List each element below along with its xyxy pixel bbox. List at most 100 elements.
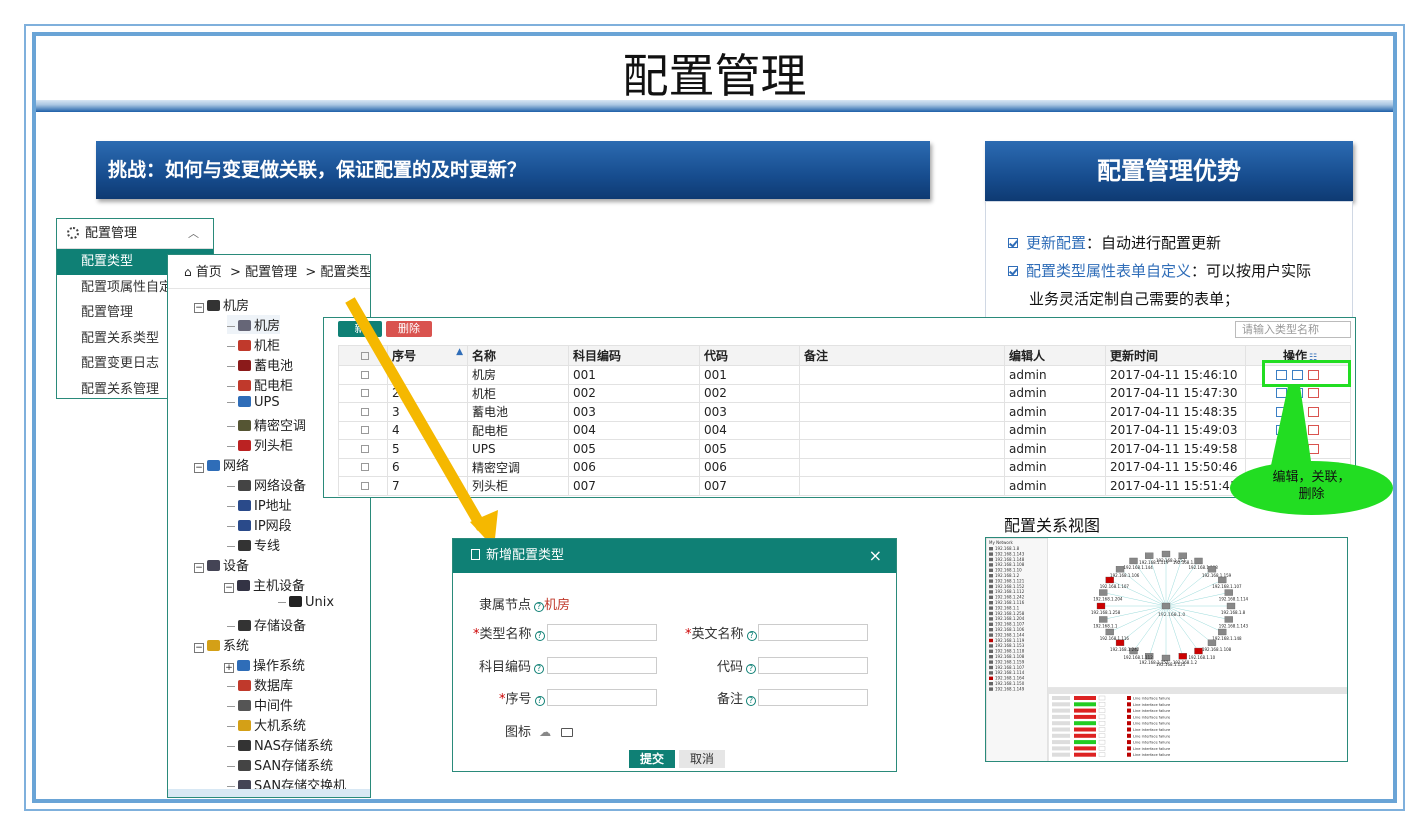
graph-node-label: 192.168.1.204: [1093, 597, 1123, 602]
graph-node-label: 192.168.1.242: [1110, 647, 1140, 652]
alarm-checkbox: [1098, 752, 1106, 757]
graph-node: [1096, 602, 1106, 610]
graph-node-label: 192.168.1.143: [1219, 623, 1249, 628]
host-list-root: My Network: [989, 540, 1013, 545]
host-icon: [989, 649, 993, 653]
folder-icon[interactable]: [561, 728, 574, 737]
graph-node: [1194, 647, 1203, 655]
order-input[interactable]: [547, 689, 657, 706]
host-list-item: 192.168.1.107: [995, 665, 1025, 670]
alarm-device-icon: [1127, 752, 1131, 757]
graph-node-label: 192.168.1.8: [1221, 610, 1246, 615]
alarm-text: Line interface failure: [1133, 734, 1171, 738]
help-icon[interactable]: ?: [534, 696, 545, 706]
code-text: 代码: [717, 660, 744, 675]
alarm-device-icon: [1127, 696, 1131, 700]
host-list-item: 192.168.1.153: [995, 643, 1025, 648]
host-icon: [989, 671, 993, 675]
english-name-input[interactable]: [758, 624, 868, 641]
alarm-cell: [1052, 740, 1070, 745]
document-icon: [471, 549, 480, 560]
alarm-severity: [1074, 696, 1096, 700]
graph-node: [1207, 639, 1217, 646]
alarm-device-icon: [1127, 721, 1131, 726]
alarm-checkbox: [1098, 721, 1106, 726]
alarm-cell: [1052, 714, 1070, 719]
host-list-item: 192.168.1.150: [995, 681, 1025, 686]
order-label: *序号?: [499, 688, 545, 707]
alarm-checkbox: [1098, 746, 1106, 751]
actions-callout: 编辑，关联， 删除: [1230, 461, 1393, 515]
graph-node: [1178, 552, 1187, 559]
alarm-severity: [1074, 740, 1096, 745]
host-icon: [989, 574, 993, 578]
alarm-checkbox: [1098, 714, 1106, 720]
relation-view-screenshot: My Network 192.168.1.8 192.168.1.143 192.16…: [985, 537, 1348, 762]
host-icon: [989, 617, 993, 621]
close-icon[interactable]: ×: [869, 539, 882, 573]
green-callout-pointer: [1270, 386, 1312, 470]
remark-input[interactable]: [758, 689, 868, 706]
code-input[interactable]: [758, 657, 868, 674]
subject-code-input[interactable]: [547, 657, 657, 674]
alarm-device-icon: [1127, 740, 1131, 745]
alarm-severity: [1074, 714, 1096, 719]
subject-code-label: 科目编码?: [479, 656, 545, 675]
icon-field-label: 图标 ☁: [505, 721, 574, 740]
alarm-device-icon: [1127, 746, 1131, 751]
host-icon: [989, 628, 993, 632]
host-icon: [989, 633, 993, 637]
alarm-text: Line interface failure: [1133, 709, 1171, 713]
yellow-arrow-shaft: [345, 297, 487, 531]
host-list-item: 192.168.1.118: [995, 649, 1025, 654]
help-icon[interactable]: ?: [746, 696, 757, 706]
graph-node: [1226, 602, 1236, 610]
host-icon: [989, 557, 993, 562]
alarm-severity: [1074, 708, 1096, 713]
graph-node-label: 192.168.1.152: [1139, 660, 1169, 665]
graph-node-label: 192.168.1.148: [1212, 636, 1242, 641]
graph-node-label: 192.168.1.107: [1100, 584, 1130, 589]
alarm-text: Line interface failure: [1133, 703, 1171, 707]
graph-node-label: 192.168.1.144: [1124, 565, 1154, 570]
help-icon[interactable]: ?: [746, 664, 757, 674]
alarm-checkbox: [1098, 708, 1106, 713]
host-icon: [989, 638, 993, 643]
submit-button[interactable]: 提交: [629, 750, 675, 768]
help-icon[interactable]: ?: [746, 631, 757, 641]
alarm-severity: [1074, 702, 1096, 707]
help-icon[interactable]: ?: [534, 631, 545, 641]
dialog-title: 新增配置类型: [486, 548, 565, 563]
host-list-item: 192.168.1.112: [995, 589, 1025, 594]
alarm-cell: [1052, 708, 1070, 713]
graph-node: [1224, 616, 1233, 623]
help-icon[interactable]: ?: [534, 602, 545, 612]
alarm-cell: [1052, 696, 1070, 700]
alarm-device-icon: [1127, 708, 1131, 713]
host-icon: [989, 665, 993, 670]
host-list-item: 192.168.1.114: [995, 670, 1025, 675]
cloud-upload-icon[interactable]: ☁: [539, 725, 551, 739]
dialog-header: 新增配置类型 ×: [453, 539, 896, 573]
alarm-severity: [1074, 752, 1096, 757]
alarm-device-icon: [1127, 733, 1131, 738]
type-name-input[interactable]: [547, 624, 657, 641]
graph-node: [1178, 653, 1187, 660]
host-icon: [989, 682, 993, 686]
graph-node-label: 192.168.1.108: [1202, 647, 1232, 652]
graph-node-label: 192.168.1.107: [1212, 584, 1242, 589]
host-icon: [989, 606, 993, 610]
parent-node-field: 隶属节点? 机房: [479, 594, 570, 613]
graph-node: [1161, 550, 1171, 558]
host-list-item: 192.168.1.143: [995, 551, 1025, 556]
help-icon[interactable]: ?: [534, 664, 545, 674]
graph-node: [1145, 552, 1154, 559]
host-list-item: 192.168.1.10: [995, 568, 1022, 573]
alarm-cell: [1052, 702, 1070, 707]
alarm-text: Line interface failure: [1133, 715, 1171, 719]
host-list-item: 192.168.1.149: [995, 686, 1025, 691]
cancel-button[interactable]: 取消: [679, 750, 725, 768]
host-list-item: 192.168.1.204: [995, 616, 1025, 621]
host-icon: [989, 595, 993, 599]
host-list-item: 192.168.1.152: [995, 584, 1025, 589]
